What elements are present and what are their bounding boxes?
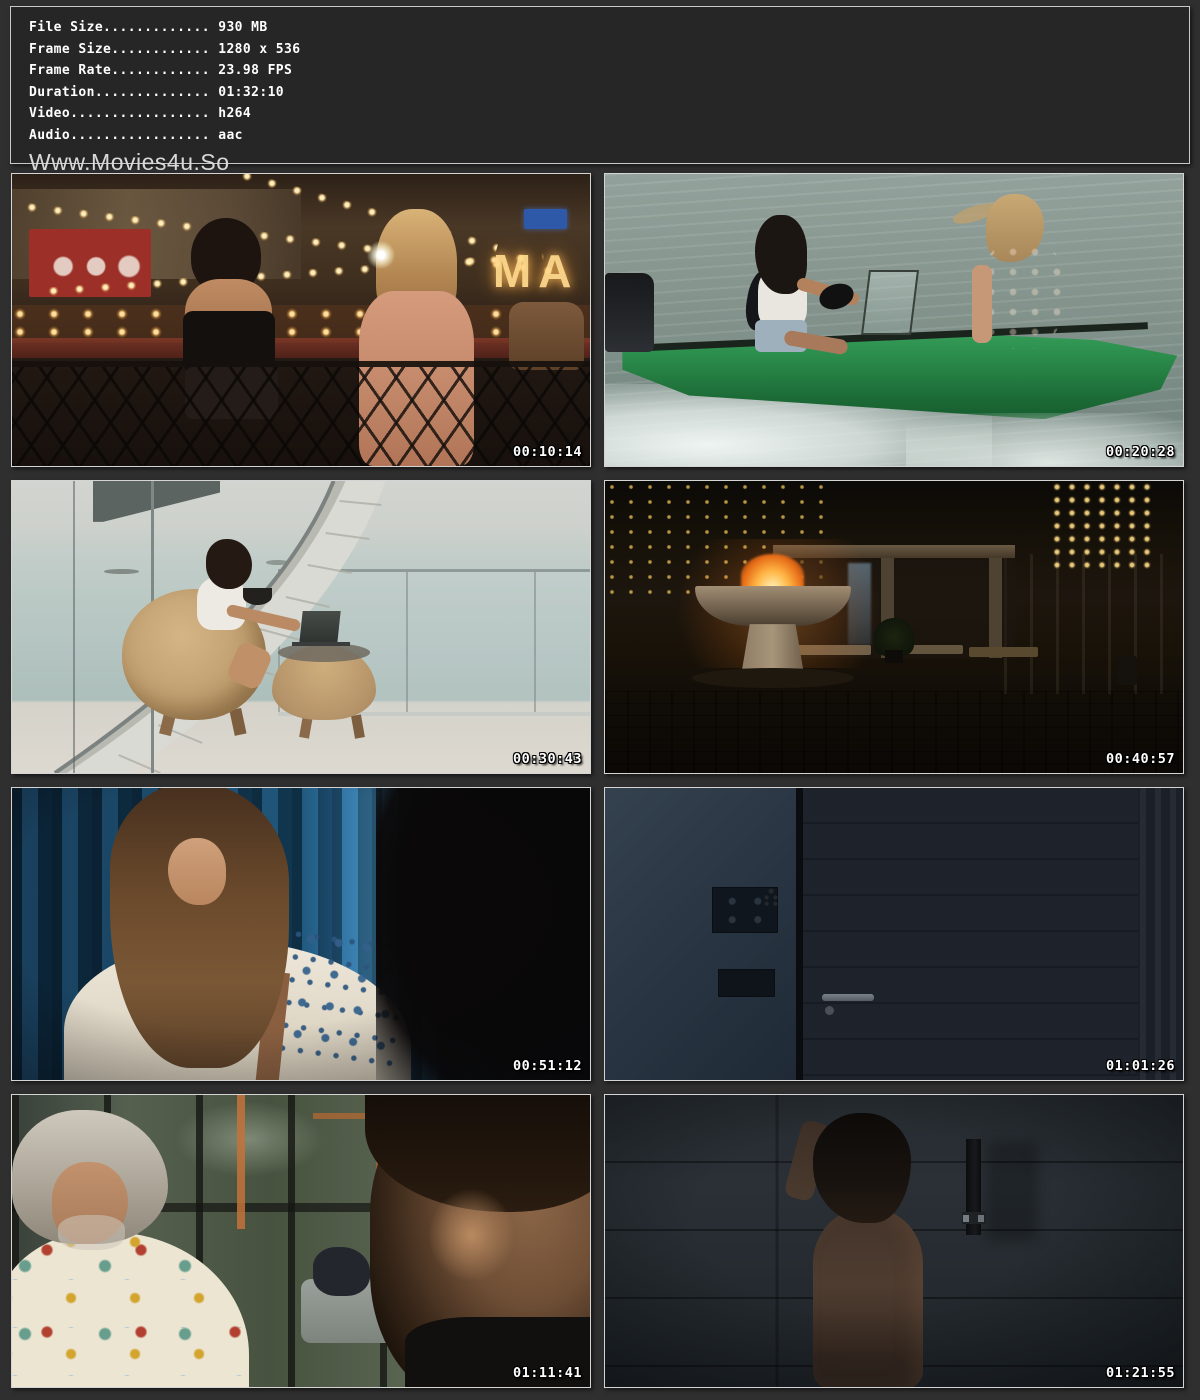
bar-counter — [12, 338, 590, 358]
media-preview-sheet: { "page": { "background": "#2f2f2f" }, "… — [0, 0, 1200, 1400]
timestamp-overlay: 00:51:12 — [513, 1058, 582, 1074]
plant-pot — [885, 650, 902, 663]
wall-remote-keypad — [760, 883, 782, 928]
info-line-frame-rate: Frame Rate............ 23.98 FPS — [29, 60, 1189, 82]
passenger-red-dress — [984, 244, 1062, 349]
timestamp-overlay: 01:21:55 — [1106, 1365, 1175, 1381]
door-frame-shadow — [796, 788, 803, 1080]
info-line-video: Video................. h264 — [29, 103, 1189, 125]
woman-dark-hair — [206, 539, 252, 589]
timestamp-overlay: 00:20:28 — [1106, 444, 1175, 460]
screenshot-thumbnail-3: 00:30:43 — [11, 480, 591, 774]
info-line-duration: Duration.............. 01:32:10 — [29, 82, 1189, 104]
timestamp-overlay: 00:40:57 — [1106, 751, 1175, 767]
media-info-box: File Size............. 930 MB Frame Size… — [10, 6, 1190, 164]
vignette — [605, 1095, 1183, 1387]
timestamp-overlay: 00:30:43 — [513, 751, 582, 767]
screenshot-thumbnail-6: 01:01:26 — [604, 787, 1184, 1081]
scene-two-men — [12, 1095, 590, 1387]
info-line-audio: Audio................. aac — [29, 125, 1189, 147]
scene-balcony — [12, 481, 590, 773]
lower-switch-panel — [718, 969, 775, 997]
info-line-file-size: File Size............. 930 MB — [29, 17, 1189, 39]
screenshot-grid: MA 00:10:14 — [11, 173, 1184, 1388]
timestamp-overlay: 00:10:14 — [513, 444, 582, 460]
screenshot-thumbnail-2: 00:20:28 — [604, 173, 1184, 467]
stone-wall — [1004, 554, 1183, 694]
door-handle — [822, 994, 874, 1002]
brick-pavement — [605, 691, 1183, 773]
bench — [969, 647, 1038, 657]
black-bowl — [243, 588, 272, 606]
planter-ring — [692, 668, 854, 688]
laptop-base — [292, 642, 350, 647]
vignette — [12, 788, 590, 1080]
orange-window-frame — [237, 1095, 245, 1229]
wooden-door — [803, 788, 1138, 1080]
scene-dark-door — [605, 788, 1183, 1080]
scene-motorboat — [605, 174, 1183, 466]
scene-shower — [605, 1095, 1183, 1387]
screenshot-thumbnail-8: 01:21:55 — [604, 1094, 1184, 1388]
blue-sign — [524, 209, 567, 229]
dark-bag — [313, 1247, 371, 1297]
timestamp-overlay: 01:01:26 — [1106, 1058, 1175, 1074]
bedroom-wall — [605, 788, 796, 1080]
phone-flash-glow — [367, 241, 395, 269]
boat-windshield — [861, 270, 919, 335]
lattice-railing — [12, 361, 590, 466]
outboard-motor — [605, 273, 654, 352]
illuminated-letters-sign: MA — [493, 244, 579, 298]
scene-night-market: MA — [12, 174, 590, 466]
bench — [906, 645, 964, 655]
screenshot-thumbnail-7: 01:11:41 — [11, 1094, 591, 1388]
trash-bin — [1117, 656, 1137, 685]
screenshot-thumbnail-4: 00:40:57 — [604, 480, 1184, 774]
laptop-screen — [299, 611, 340, 643]
timestamp-overlay: 01:11:41 — [513, 1365, 582, 1381]
curtain-edge — [1140, 788, 1183, 1080]
foreground-man-cheek — [428, 1188, 515, 1281]
site-watermark: Www.Movies4u.So — [29, 149, 1189, 175]
screenshot-thumbnail-5: 00:51:12 — [11, 787, 591, 1081]
passenger-arm — [972, 265, 992, 344]
screenshot-thumbnail-1: MA 00:10:14 — [11, 173, 591, 467]
leather-bag — [509, 302, 584, 369]
scene-courtyard-fire — [605, 481, 1183, 773]
blond-man-stubble — [58, 1215, 124, 1250]
scene-woman-blouse — [12, 788, 590, 1080]
info-line-frame-size: Frame Size............ 1280 x 536 — [29, 39, 1189, 61]
